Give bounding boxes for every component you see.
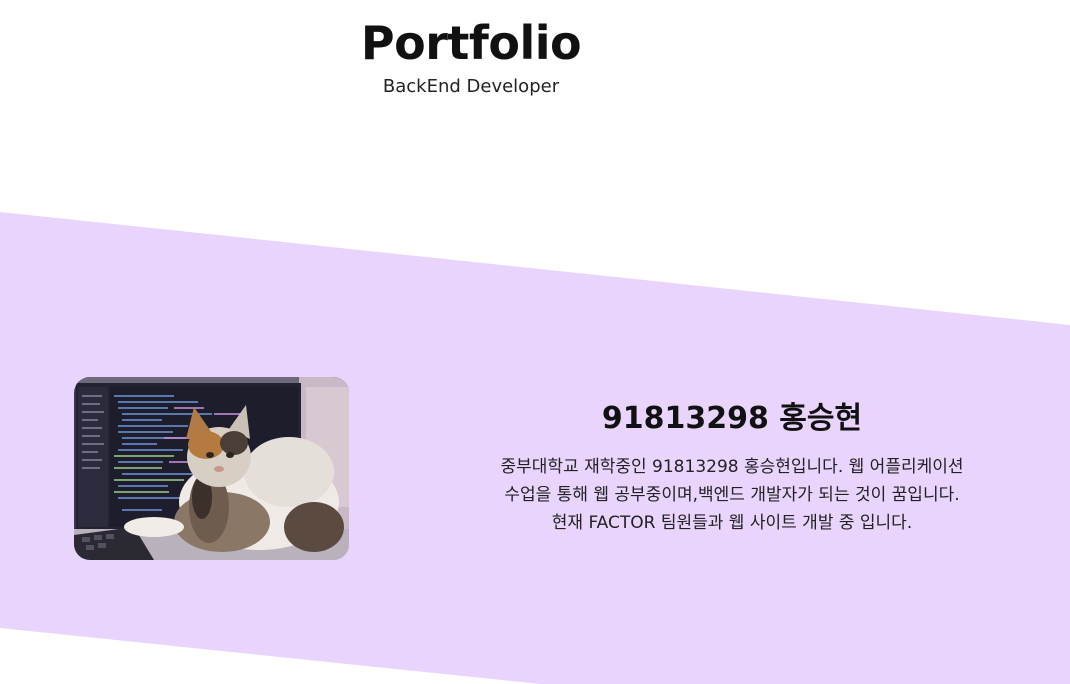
page: Portfolio BackEnd Developer 91813298 홍승현… [0,0,1070,684]
page-header: Portfolio BackEnd Developer [331,12,611,100]
cat-on-laptop-photo [74,377,349,560]
profile-name: 91813298 홍승현 [601,401,863,436]
diagonal-background-band [0,212,1070,684]
profile-photo [74,377,349,560]
page-subtitle: BackEnd Developer [382,76,560,97]
profile-info: 91813298 홍승현 중부대학교 재학중인 91813298 홍승현입니다.… [498,396,966,537]
profile-description: 중부대학교 재학중인 91813298 홍승현입니다. 웹 어플리케이션 수업을… [500,457,964,533]
page-title: Portfolio [360,16,582,70]
